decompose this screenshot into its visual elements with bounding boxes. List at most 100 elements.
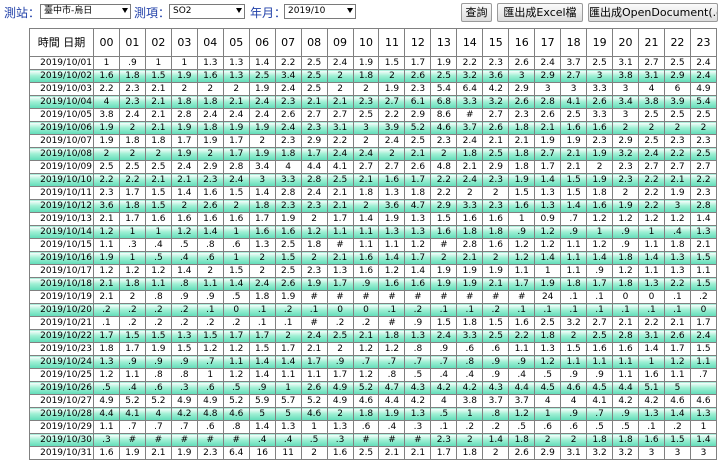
hour-value-cell: 1.8 bbox=[378, 329, 406, 343]
hour-value-cell: .7 bbox=[404, 355, 432, 369]
hour-value-cell: 3.9 bbox=[663, 95, 691, 109]
hour-value-cell: 4.2 bbox=[404, 394, 432, 408]
hour-value-cell: 1.2 bbox=[222, 342, 250, 356]
hour-value-cell: 2.4 bbox=[248, 277, 276, 291]
table-header-row: 時間 日期 00 01 02 03 04 05 06 07 08 09 10 11 12 13 14 15 16… bbox=[29, 28, 718, 57]
hour-value-cell: 1.7 bbox=[222, 329, 250, 343]
hour-value-cell: 1.2 bbox=[508, 407, 536, 421]
hour-value-cell: 1 bbox=[196, 368, 224, 382]
hour-value-cell: # bbox=[326, 290, 354, 304]
hour-value-cell: 3.8 bbox=[638, 95, 665, 109]
hour-value-cell: 1.9 bbox=[378, 407, 406, 421]
hour-value-cell: .5 bbox=[508, 420, 536, 434]
hour-value-cell: # bbox=[300, 290, 328, 304]
row-date: 2019/10/02 bbox=[29, 69, 94, 83]
hour-value-cell: 4.1 bbox=[560, 95, 588, 109]
hour-value-cell: 1.5 bbox=[663, 433, 691, 447]
hour-value-cell: 1.3 bbox=[222, 56, 250, 70]
hour-value-cell: 2 bbox=[482, 186, 510, 200]
hour-value-cell: .6 bbox=[196, 251, 224, 265]
hour-value-cell: 2.4 bbox=[456, 173, 484, 187]
hour-column-header: 09 bbox=[326, 28, 354, 57]
table-row: 2019/10/15 1.1.3.4.5.8.6 1.3 2.5 1.8 #1.1 1.1 1… bbox=[29, 238, 718, 252]
station-select[interactable]: 臺中市-烏日 bbox=[40, 4, 131, 19]
hour-value-cell: 2.8 bbox=[534, 95, 562, 109]
hour-value-cell: 2.1 bbox=[663, 316, 691, 330]
hour-value-cell: 2.1 bbox=[144, 121, 172, 135]
hour-value-cell: 2.7 bbox=[378, 160, 406, 174]
hour-value-cell: 3 bbox=[248, 173, 276, 187]
item-select[interactable]: SO2 bbox=[169, 4, 245, 19]
row-date: 2019/10/18 bbox=[29, 277, 94, 291]
hour-value-cell: 2 bbox=[222, 199, 250, 213]
hour-value-cell: .9 bbox=[248, 381, 276, 395]
hour-value-cell: .1 bbox=[456, 303, 484, 317]
hour-value-cell: 2.3 bbox=[118, 82, 146, 96]
hour-value-cell: .2 bbox=[118, 303, 146, 317]
hour-value-cell: # bbox=[352, 433, 380, 447]
hour-value-cell: 2.1 bbox=[144, 446, 172, 460]
hour-value-cell: 1.4 bbox=[248, 186, 276, 200]
hour-value-cell: 3 bbox=[352, 121, 380, 135]
hour-value-cell: 1.9 bbox=[586, 173, 614, 187]
hour-value-cell: 1.3 bbox=[404, 212, 432, 226]
hour-value-cell: 1.5 bbox=[196, 329, 224, 343]
hour-value-cell: 1.8 bbox=[196, 121, 224, 135]
hour-value-cell: 1.5 bbox=[482, 316, 510, 330]
hour-value-cell: 2.2 bbox=[430, 173, 458, 187]
hour-value-cell: 2.5 bbox=[586, 56, 614, 70]
hour-value-cell: 1.7 bbox=[430, 446, 458, 460]
hour-value-cell: 2.4 bbox=[689, 329, 718, 343]
hour-value-cell: 1.8 bbox=[118, 277, 146, 291]
hour-value-cell: 4 bbox=[560, 394, 588, 408]
hour-value-cell: 4.9 bbox=[170, 394, 198, 408]
hour-value-cell: .1 bbox=[300, 303, 328, 317]
hour-value-cell: 2.5 bbox=[274, 264, 302, 278]
hour-value-cell: .9 bbox=[118, 56, 146, 70]
hour-value-cell: 2.6 bbox=[508, 56, 536, 70]
hour-value-cell: 2 bbox=[118, 147, 146, 161]
hour-value-cell: 1 bbox=[118, 225, 146, 239]
hour-value-cell: 1.8 bbox=[248, 290, 276, 304]
hour-value-cell: .4 bbox=[170, 251, 198, 265]
hour-value-cell: .2 bbox=[482, 420, 510, 434]
export-ods-button[interactable]: 匯出成OpenDocument(.ods)檔 bbox=[588, 3, 718, 22]
hour-value-cell: 1.9 bbox=[456, 277, 484, 291]
hour-value-cell: 5 bbox=[274, 407, 302, 421]
hour-value-cell: .1 bbox=[638, 303, 665, 317]
hour-value-cell: 1.9 bbox=[456, 264, 484, 278]
hour-value-cell: 1.3 bbox=[170, 329, 198, 343]
hour-value-cell: 2.7 bbox=[638, 160, 665, 174]
hour-value-cell: 8.6 bbox=[430, 108, 458, 122]
hour-value-cell: 2.5 bbox=[93, 160, 120, 174]
hour-value-cell: 4 bbox=[274, 160, 302, 174]
hour-value-cell: 2.1 bbox=[170, 173, 198, 187]
hour-value-cell: 1.3 bbox=[404, 407, 432, 421]
hour-value-cell: 1.2 bbox=[170, 225, 198, 239]
hour-value-cell: 1 bbox=[222, 225, 250, 239]
hour-value-cell: 4.5 bbox=[534, 381, 562, 395]
hour-value-cell: 1 bbox=[534, 407, 562, 421]
hour-value-cell: 1.9 bbox=[93, 251, 120, 265]
hour-value-cell: 2.6 bbox=[586, 95, 614, 109]
hour-value-cell: 1 bbox=[144, 225, 172, 239]
query-button[interactable]: 查詢 bbox=[461, 3, 492, 22]
month-select[interactable]: 2019/10 bbox=[284, 4, 356, 19]
hour-value-cell: 4.4 bbox=[612, 381, 640, 395]
hour-value-cell: 2.9 bbox=[508, 82, 536, 96]
hour-value-cell: 2.7 bbox=[560, 69, 588, 83]
hour-value-cell: .5 bbox=[170, 238, 198, 252]
export-excel-button[interactable]: 匯出成Excel檔 bbox=[497, 3, 583, 22]
hour-value-cell: 6.1 bbox=[404, 95, 432, 109]
hour-value-cell: 1.9 bbox=[118, 446, 146, 460]
hour-value-cell: 1.1 bbox=[378, 238, 406, 252]
hour-value-cell: 1.7 bbox=[170, 134, 198, 148]
hour-value-cell: 1.8 bbox=[352, 186, 380, 200]
hour-value-cell: .9 bbox=[482, 355, 510, 369]
hour-column-header: 20 bbox=[612, 28, 640, 57]
hour-value-cell: 2 bbox=[144, 147, 172, 161]
hour-value-cell: 2.3 bbox=[482, 199, 510, 213]
hour-value-cell: 1.4 bbox=[378, 251, 406, 265]
hour-value-cell: 2.5 bbox=[638, 134, 665, 148]
hour-column-header: 10 bbox=[352, 28, 380, 57]
